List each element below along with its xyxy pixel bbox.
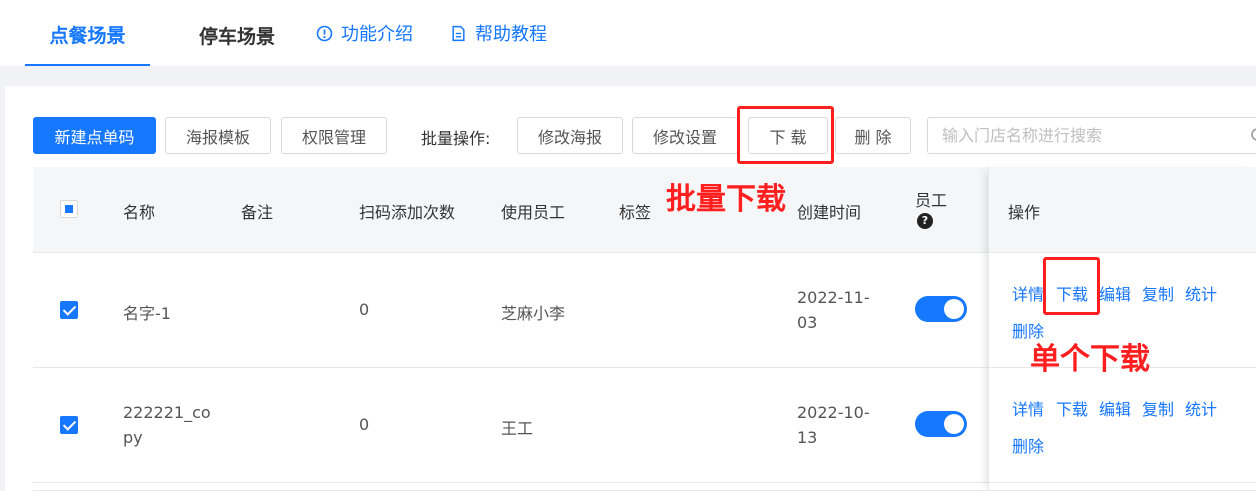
column-actions: 操作 bbox=[1008, 203, 1041, 222]
select-all-checkbox[interactable] bbox=[60, 200, 78, 218]
row-actions: 详情 下载 编辑 复制 统计 删除 bbox=[989, 368, 1256, 483]
store-search-input[interactable] bbox=[928, 118, 1228, 153]
employee-toggle[interactable] bbox=[915, 411, 967, 437]
feature-intro-label: 功能介绍 bbox=[341, 24, 413, 45]
question-circle-icon[interactable]: ? bbox=[917, 213, 933, 229]
tab-dining-scene[interactable]: 点餐场景 bbox=[25, 20, 150, 66]
search-icon[interactable] bbox=[1250, 127, 1256, 145]
copy-link[interactable]: 复制 bbox=[1142, 281, 1174, 305]
row-created-date-line1: 2022-10- bbox=[797, 403, 870, 422]
row-created-date-line2: 03 bbox=[797, 313, 818, 332]
single-download-annotation: 单个下载 bbox=[1030, 342, 1150, 377]
batch-edit-settings-button[interactable]: 修改设置 bbox=[632, 117, 738, 154]
tab-parking-scene[interactable]: 停车场景 bbox=[199, 22, 275, 49]
stats-link[interactable]: 统计 bbox=[1185, 281, 1217, 305]
help-tutorial-label: 帮助教程 bbox=[475, 24, 547, 45]
batch-edit-poster-button[interactable]: 修改海报 bbox=[517, 117, 623, 154]
row-name-line1: 222221_co bbox=[123, 403, 211, 422]
batch-download-annotation: 批量下载 bbox=[666, 182, 786, 217]
row-scan-count: 0 bbox=[359, 300, 370, 319]
row-scan-count: 0 bbox=[359, 415, 370, 434]
row-staff: 王工 bbox=[501, 419, 534, 438]
batch-download-highlight bbox=[737, 106, 834, 164]
scene-tab-bar: 点餐场景 停车场景 功能介绍 帮助教程 bbox=[0, 0, 1256, 66]
delete-link[interactable]: 删除 bbox=[1012, 433, 1044, 457]
info-circle-icon bbox=[316, 25, 333, 41]
new-order-code-button[interactable]: 新建点单码 bbox=[33, 117, 156, 154]
batch-operations-label: 批量操作: bbox=[421, 129, 491, 148]
feature-intro-link[interactable]: 功能介绍 bbox=[316, 20, 413, 46]
detail-link[interactable]: 详情 bbox=[1012, 281, 1044, 305]
row-actions bbox=[989, 483, 1256, 491]
row-name: 名字-1 bbox=[123, 304, 171, 323]
employee-toggle[interactable] bbox=[915, 296, 967, 322]
actions-header: 操作 bbox=[989, 167, 1256, 253]
column-employee: 员工 bbox=[915, 191, 948, 210]
row-checkbox[interactable] bbox=[60, 301, 78, 319]
actions-column: 操作 详情 下载 编辑 复制 统计 删除 详情 下载 编辑 复制 统计 删除 bbox=[988, 167, 1256, 491]
column-scan-count: 扫码添加次数 bbox=[359, 203, 456, 222]
row-created-date-line2: 13 bbox=[797, 428, 818, 447]
batch-delete-button[interactable]: 删 除 bbox=[835, 117, 911, 154]
row-name-line2: py bbox=[123, 428, 143, 447]
single-download-highlight bbox=[1043, 257, 1100, 315]
permission-management-button[interactable]: 权限管理 bbox=[281, 117, 387, 154]
document-icon bbox=[452, 25, 465, 41]
row-checkbox[interactable] bbox=[60, 416, 78, 434]
column-created-time: 创建时间 bbox=[797, 203, 862, 222]
stats-link[interactable]: 统计 bbox=[1185, 396, 1217, 420]
column-tag: 标签 bbox=[619, 203, 652, 222]
download-link[interactable]: 下载 bbox=[1056, 396, 1088, 420]
column-remark: 备注 bbox=[241, 203, 274, 222]
edit-link[interactable]: 编辑 bbox=[1099, 396, 1131, 420]
store-search-box bbox=[927, 117, 1256, 154]
column-name: 名称 bbox=[123, 203, 156, 222]
row-created-date-line1: 2022-11- bbox=[797, 288, 870, 307]
edit-link[interactable]: 编辑 bbox=[1099, 281, 1131, 305]
column-staff: 使用员工 bbox=[501, 203, 566, 222]
poster-template-button[interactable]: 海报模板 bbox=[165, 117, 271, 154]
copy-link[interactable]: 复制 bbox=[1142, 396, 1174, 420]
help-tutorial-link[interactable]: 帮助教程 bbox=[450, 20, 547, 46]
row-staff: 芝麻小李 bbox=[501, 304, 566, 323]
detail-link[interactable]: 详情 bbox=[1012, 396, 1044, 420]
